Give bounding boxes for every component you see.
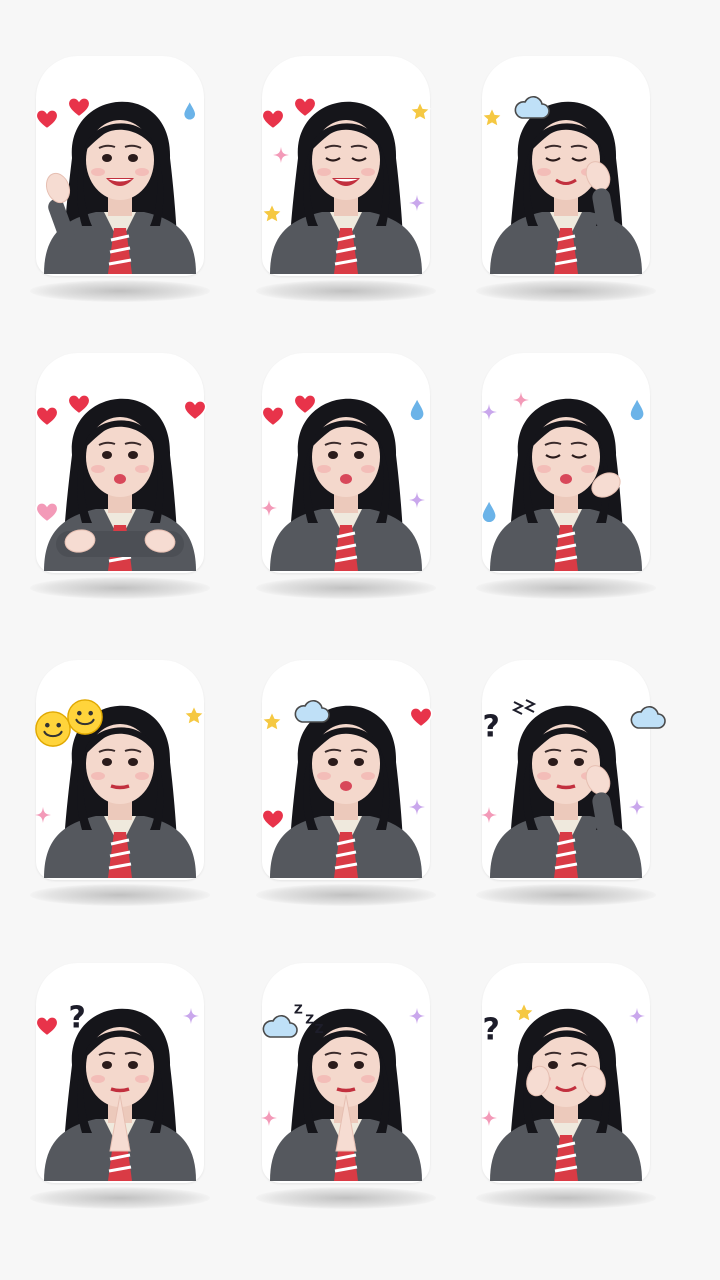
heart-icon	[66, 391, 92, 422]
girl-portrait-waving-hand	[44, 101, 196, 274]
cloud-icon	[292, 698, 332, 731]
heart-icon	[292, 391, 318, 422]
droplet-icon	[480, 498, 498, 530]
girl-portrait-arms-down	[270, 101, 422, 274]
heart-icon	[292, 94, 318, 125]
svg-text:Z: Z	[294, 1002, 303, 1016]
question-mark-icon: ?	[480, 1013, 502, 1050]
cloud-icon	[512, 94, 552, 127]
sticker-dreamy[interactable]	[446, 48, 686, 348]
sticker-neutral-smileys[interactable]	[0, 652, 240, 952]
heart-icon	[260, 403, 286, 434]
svg-text:?: ?	[483, 1013, 500, 1045]
svg-text:Z: Z	[315, 1022, 324, 1035]
star-icon	[260, 202, 284, 231]
star-icon	[182, 704, 206, 733]
girl-portrait-hands-together	[44, 1008, 196, 1181]
girl-portrait-arms-down	[44, 705, 196, 878]
star-icon	[260, 710, 284, 739]
sticker-pray-sleepy[interactable]: ZZZ	[226, 955, 466, 1255]
sticker-kiss[interactable]	[226, 345, 466, 645]
sparkle-icon	[260, 1109, 278, 1132]
star-icon	[480, 106, 504, 135]
heart-icon	[66, 94, 92, 125]
sparkle-icon	[480, 806, 498, 829]
sparkle-icon	[480, 1109, 498, 1132]
sticker-confused[interactable]: ?	[446, 652, 686, 952]
heart-icon	[182, 397, 208, 428]
droplet-icon	[408, 396, 426, 428]
svg-text:?: ?	[483, 710, 500, 742]
girl-portrait-hands-together	[270, 1008, 422, 1181]
cloud-icon	[628, 704, 668, 737]
sparkle-icon	[408, 1007, 426, 1030]
sparkle-icon	[480, 403, 498, 426]
girl-portrait-arms-crossed	[44, 398, 196, 571]
question-mark-icon: ?	[66, 1001, 88, 1038]
sticker-shy[interactable]	[226, 652, 466, 952]
question-mark-icon: ?	[480, 710, 502, 747]
pink-heart-icon	[34, 499, 60, 530]
sparkle-icon	[408, 194, 426, 217]
girl-portrait-arms-down	[270, 705, 422, 878]
girl-portrait-hand-out-blow	[490, 398, 642, 571]
sticker-pray-heart[interactable]: ?	[0, 955, 240, 1255]
svg-text:Z: Z	[305, 1013, 314, 1027]
sparkle-icon	[182, 1007, 200, 1030]
heart-icon	[260, 106, 286, 137]
star-icon	[408, 100, 432, 129]
svg-text:?: ?	[69, 1001, 86, 1033]
zigzag-icon	[511, 698, 542, 721]
sticker-sheet: ?? Z Z Z?	[0, 0, 720, 1280]
sparkle-icon	[408, 798, 426, 821]
star-icon	[512, 1001, 536, 1030]
heart-icon	[260, 806, 286, 837]
sparkle-icon	[408, 491, 426, 514]
smiley-icon	[66, 698, 104, 741]
heart-icon	[34, 1013, 60, 1044]
heart-icon	[408, 704, 434, 735]
sparkle-icon	[260, 499, 278, 522]
girl-portrait-arms-down	[270, 398, 422, 571]
girl-portrait-hand-on-cheek	[490, 101, 642, 274]
girl-portrait-hands-on-cheeks	[490, 1008, 642, 1181]
heart-icon	[34, 106, 60, 137]
sparkle-icon	[272, 146, 290, 169]
droplet-moon-icon	[182, 99, 197, 127]
sticker-wave[interactable]	[0, 48, 240, 348]
girl-portrait-hand-on-cheek	[490, 705, 642, 878]
sparkle-icon	[512, 391, 530, 414]
sparkle-icon	[628, 1007, 646, 1030]
sticker-blow-kiss[interactable]	[446, 345, 686, 645]
heart-icon	[34, 403, 60, 434]
zzz-icon: ZZZ	[292, 1001, 326, 1040]
droplet-icon	[628, 396, 646, 428]
sticker-pout-arms[interactable]	[0, 345, 240, 645]
sticker-cheeks-wink[interactable]: ?	[446, 955, 686, 1255]
sparkle-icon	[34, 806, 52, 829]
sparkle-icon	[628, 798, 646, 821]
sticker-laugh[interactable]	[226, 48, 466, 348]
